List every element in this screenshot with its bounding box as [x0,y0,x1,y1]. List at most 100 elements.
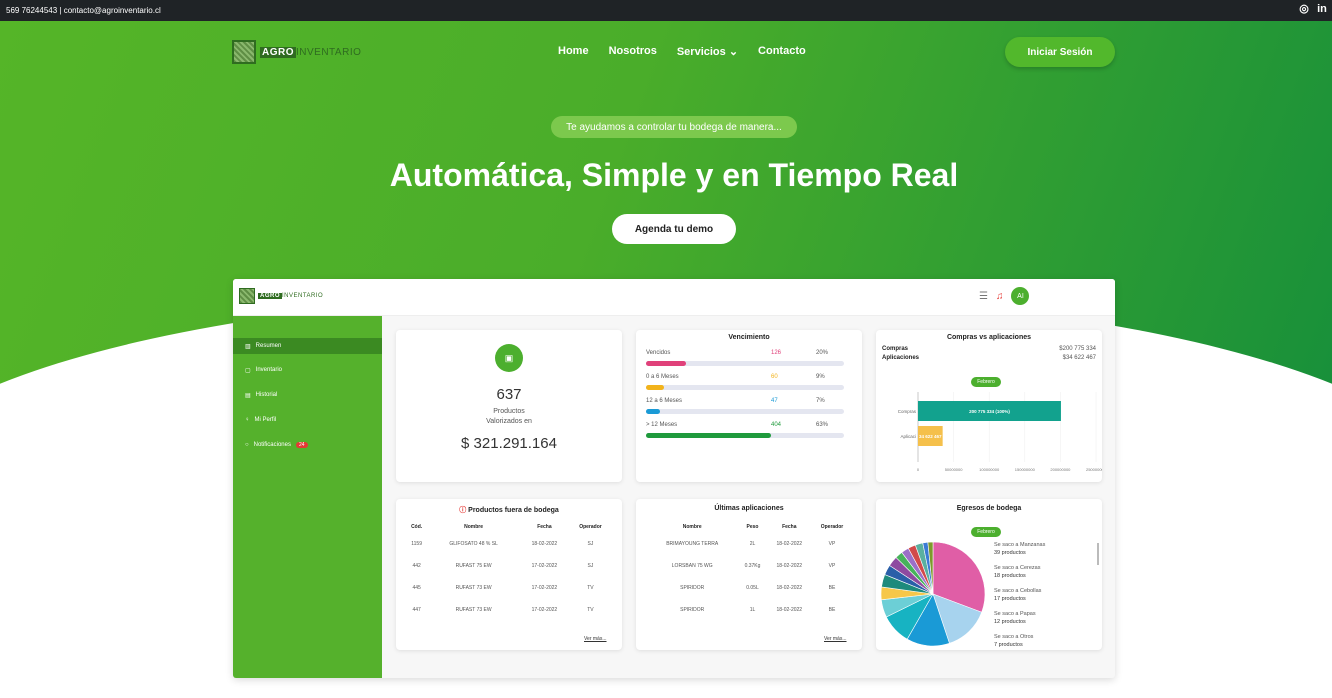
table-header-row: Nombre Peso Fecha Operador [646,521,852,533]
filter-icon[interactable]: ☰ [979,291,988,302]
nav-contacto[interactable]: Contacto [758,45,806,58]
x-tick-label: 250000000 [1086,467,1102,472]
legend-scrollbar[interactable] [1097,543,1099,565]
dashboard-logo: AGRO INVENTARIO [239,288,323,304]
table-cell: TV [587,607,594,613]
fuera-card: ⓘ Productos fuera de bodega Cód. Nombre Fe… [396,499,622,650]
table-cell: 0.37Kg [744,563,761,569]
product-count-label: Productos [493,408,525,415]
sidebar-item-resumen[interactable]: ▥ Resumen [233,338,382,354]
vencimiento-row-label: Vencidos [646,350,671,356]
demo-button[interactable]: Agenda tu demo [612,214,736,244]
dashboard-header-icons: ☰ ♫ AI [979,287,1030,305]
legend-item-text: Se saco a Manzanas [994,542,1046,548]
alert-icon: ⓘ [459,507,467,514]
box-icon: ▢ [245,367,251,374]
vencimiento-row-count: 404 [771,422,782,428]
dashboard-logo-agro: AGRO [258,293,282,299]
vencimiento-row-label: 0 a 6 Meses [646,374,679,380]
legend-item-count: 39 productos [994,550,1026,556]
vencimiento-row-count: 47 [771,398,778,404]
compras-month-pill[interactable]: Febrero [971,377,1001,387]
table-row[interactable]: SPIRIDOR 1L 18-02-2022 BE [646,599,852,621]
vencimiento-row-pct: 9% [816,374,825,380]
sidebar-item-label: Inventario [255,367,283,373]
legend-item-text: Se saco a Cebollas [994,588,1042,594]
vencimiento-row-fill [646,433,771,438]
notification-icon: ○ [245,442,249,448]
table-header-cell: Fecha [782,524,797,530]
sidebar-item-notificaciones[interactable]: ○ Notificaciones 24 [233,437,382,453]
dashboard-logo-inventario: INVENTARIO [282,293,324,299]
login-button[interactable]: Iniciar Sesión [1005,37,1115,67]
chart-icon: ▥ [245,343,251,350]
nav-nosotros[interactable]: Nosotros [609,45,657,58]
bar-category-label: Compras [898,409,917,414]
sidebar-item-label: Historial [255,392,278,398]
dashboard-logo-mark [239,288,255,304]
table-cell: SJ [587,541,594,547]
table-header-cell: Peso [746,524,759,530]
avatar[interactable]: AI [1011,287,1030,305]
table-cell: 1L [749,607,756,613]
sidebar-item-inventario[interactable]: ▢ Inventario [233,362,382,378]
legend-item-count: 17 productos [994,596,1026,602]
sidebar-item-label: Resumen [255,343,282,349]
bell-icon[interactable]: ♫ [996,291,1004,302]
compras-bar-chart: 0 50000000 100000000 150000000 200000000 2500… [898,392,1102,472]
sidebar-item-perfil[interactable]: ♀ Mi Perfil [233,412,382,428]
sidebar-item-label: Mi Perfil [254,417,277,423]
aplicaciones-more-link[interactable]: Ver más... [824,636,847,642]
table-row[interactable]: 447 RUFAST 73 EW 17-02-2022 TV [406,599,612,621]
aplicaciones-card: Últimas aplicaciones Nombre Peso Fecha Oper… [636,499,862,650]
main-nav: Home Nosotros Servicios ⌄ Contacto [558,45,806,58]
nav-home[interactable]: Home [558,45,589,58]
table-cell: 445 [412,585,421,591]
instagram-icon[interactable]: ◎ [1298,3,1310,15]
table-cell: 17-02-2022 [531,607,558,613]
table-cell: RUFAST 73 EW [455,585,492,591]
table-header-cell: Operador [579,524,602,530]
egresos-month-pill[interactable]: Febrero [971,527,1001,537]
table-cell: VP [828,541,836,547]
fuera-title: Productos fuera de bodega [468,507,559,514]
table-row[interactable]: BRIMAYOUNG TERRA 2L 18-02-2022 VP [646,533,852,555]
fuera-table: Cód. Nombre Fecha Operador 1159 GLIFOSATO 48 … [406,521,612,621]
table-row[interactable]: LORSBAN 75 WG 0.37Kg 18-02-2022 VP [646,555,852,577]
table-cell: 18-02-2022 [776,585,803,591]
legend-item-text: Se saco a Papas [994,611,1036,617]
dashboard-preview: AGRO INVENTARIO ☰ ♫ AI ▥ Resumen ▢ Inventar… [233,279,1115,678]
site-logo[interactable]: AGRO INVENTARIO [232,40,361,64]
table-cell: 17-02-2022 [531,563,558,569]
egresos-title: Egresos de bodega [956,505,1022,512]
table-row[interactable]: 442 RUFAST 75 EW 17-02-2022 SJ [406,555,612,577]
vencimiento-row-pct: 20% [816,350,829,356]
x-tick-label: 200000000 [1050,467,1071,472]
page: 569 76244543 | contacto@agroinventario.c… [0,0,1332,698]
table-header-cell: Nombre [682,524,702,530]
vencimiento-row-track [646,409,844,414]
table-row[interactable]: SPIRIDOR 0.05L 18-02-2022 BE [646,577,852,599]
x-tick-label: 100000000 [979,467,1000,472]
vencimiento-row-fill [646,409,660,414]
calendar-icon: ▤ [245,392,251,399]
vencimiento-row-pct: 63% [816,422,829,428]
aplicaciones-title: Últimas aplicaciones [714,505,784,512]
table-cell: SPIRIDOR [680,607,705,613]
vencimiento-row-label: > 12 Meses [646,422,678,428]
vencimiento-row-fill [646,361,686,366]
fuera-more-link[interactable]: Ver más... [584,636,607,642]
table-row[interactable]: 1159 GLIFOSATO 48 % SL 18-02-2022 SJ [406,533,612,555]
nav-servicios[interactable]: Servicios ⌄ [677,45,738,58]
x-tick-label: 0 [917,467,920,472]
linkedin-icon[interactable]: in [1316,3,1328,15]
vencimiento-title: Vencimiento [728,334,770,341]
summary-card: ▣ 637 Productos Valorizados en $ 321.291… [396,330,622,482]
aplicaciones-label: Aplicaciones [882,355,920,361]
vencimiento-card: Vencimiento Vencidos 126 20% 0 a 6 Meses 60 9… [636,330,862,482]
sidebar-item-historial[interactable]: ▤ Historial [233,387,382,403]
table-cell: 447 [412,607,421,613]
vencimiento-row-pct: 7% [816,398,825,404]
table-row[interactable]: 445 RUFAST 73 EW 17-02-2022 TV [406,577,612,599]
table-cell: 1159 [411,541,422,547]
